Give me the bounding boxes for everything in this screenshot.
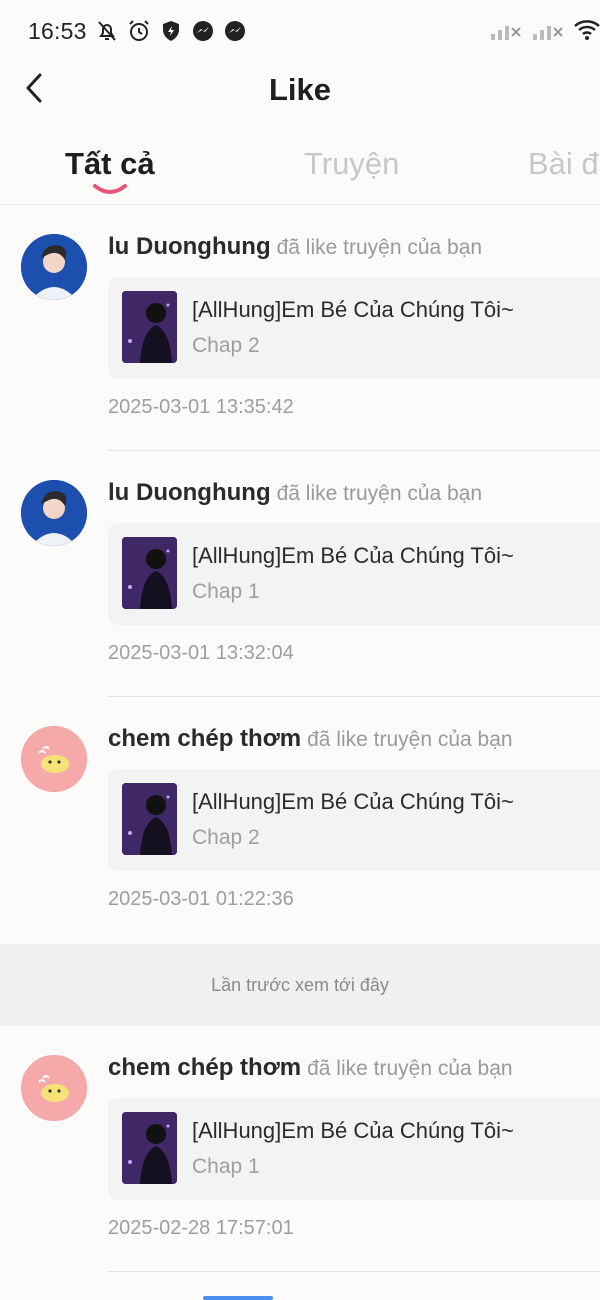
chapter-label: Chap 1 <box>192 1155 260 1178</box>
signal-off-icon <box>490 18 524 47</box>
story-title: [AllHung]Em Bé Của Chúng Tôi~ <box>192 1118 514 1143</box>
timestamp: 2025-03-01 13:35:42 <box>108 396 294 418</box>
avatar[interactable] <box>21 234 87 300</box>
story-cover <box>122 783 177 855</box>
status-icons-right <box>490 18 600 47</box>
notification-text: chem chép thơm đã like truyện của bạn <box>108 725 513 753</box>
story-card[interactable]: [AllHung]Em Bé Của Chúng Tôi~ Chap 1 <box>108 1098 600 1200</box>
user-name[interactable]: lu Duonghung <box>108 479 271 506</box>
action-text: đã like truyện của bạn <box>307 1057 513 1080</box>
tab-all[interactable]: Tất cả <box>65 146 155 182</box>
messenger-icon <box>223 19 247 43</box>
tab-bar: Tất cả Truyện Bài đă <box>0 138 600 204</box>
status-bar: 16:53 <box>0 0 600 62</box>
action-text: đã like truyện của bạn <box>276 482 483 505</box>
notification-item[interactable]: chem chép thơm đã like truyện của bạn [Al… <box>0 697 600 943</box>
action-text: đã like truyện của bạn <box>276 236 483 259</box>
chapter-label: Chap 2 <box>192 826 260 849</box>
user-name[interactable]: chem chép thơm <box>108 725 301 752</box>
notification-text: chem chép thơm đã like truyện của bạn <box>108 1054 513 1082</box>
timestamp: 2025-03-01 01:22:36 <box>108 888 294 910</box>
divider <box>108 1271 600 1272</box>
avatar[interactable] <box>21 480 87 546</box>
messenger-icon <box>191 19 215 43</box>
tab-posts[interactable]: Bài đă <box>528 146 600 182</box>
page-title: Like <box>268 72 332 107</box>
last-seen-marker: Lần trước xem tới đây <box>0 944 600 1026</box>
user-name[interactable]: lu Duonghung <box>108 233 271 260</box>
last-seen-label: Lần trước xem tới đây <box>211 974 389 995</box>
header: Like <box>0 62 600 124</box>
notification-text: lu Duonghung đã like truyện của bạn <box>108 479 482 507</box>
avatar[interactable] <box>21 726 87 792</box>
notification-text: lu Duonghung đã like truyện của bạn <box>108 233 482 261</box>
shield-icon <box>159 19 183 43</box>
notification-item[interactable]: lu Duonghung đã like truyện của bạn [AllH… <box>0 451 600 697</box>
wifi-icon <box>574 18 600 47</box>
story-title: [AllHung]Em Bé Của Chúng Tôi~ <box>192 297 514 322</box>
status-time: 16:53 <box>28 17 87 44</box>
bell-off-icon <box>95 19 119 43</box>
story-title: [AllHung]Em Bé Của Chúng Tôi~ <box>192 789 514 814</box>
chapter-label: Chap 1 <box>192 580 260 603</box>
alarm-icon <box>127 19 151 43</box>
story-card[interactable]: [AllHung]Em Bé Của Chúng Tôi~ Chap 2 <box>108 277 600 379</box>
avatar[interactable] <box>21 1055 87 1121</box>
timestamp: 2025-02-28 17:57:01 <box>108 1217 294 1239</box>
story-cover <box>122 291 177 363</box>
notification-item[interactable]: chem chép thơm đã like truyện của bạn [Al… <box>0 1026 600 1272</box>
action-text: đã like truyện của bạn <box>307 728 513 751</box>
story-card[interactable]: [AllHung]Em Bé Của Chúng Tôi~ Chap 2 <box>108 769 600 871</box>
user-name[interactable]: chem chép thơm <box>108 1054 301 1081</box>
signal-off-icon <box>532 18 566 47</box>
tab-stories[interactable]: Truyện <box>304 146 399 182</box>
story-cover <box>122 1112 177 1184</box>
chapter-label: Chap 2 <box>192 334 260 357</box>
notification-item[interactable]: lu Duonghung đã like truyện của bạn [AllH… <box>0 205 600 451</box>
story-title: [AllHung]Em Bé Của Chúng Tôi~ <box>192 543 514 568</box>
scroll-indicator <box>203 1296 273 1300</box>
story-cover <box>122 537 177 609</box>
active-tab-indicator <box>92 182 128 198</box>
story-card[interactable]: [AllHung]Em Bé Của Chúng Tôi~ Chap 1 <box>108 523 600 625</box>
status-icons-left <box>95 19 247 43</box>
timestamp: 2025-03-01 13:32:04 <box>108 642 294 664</box>
